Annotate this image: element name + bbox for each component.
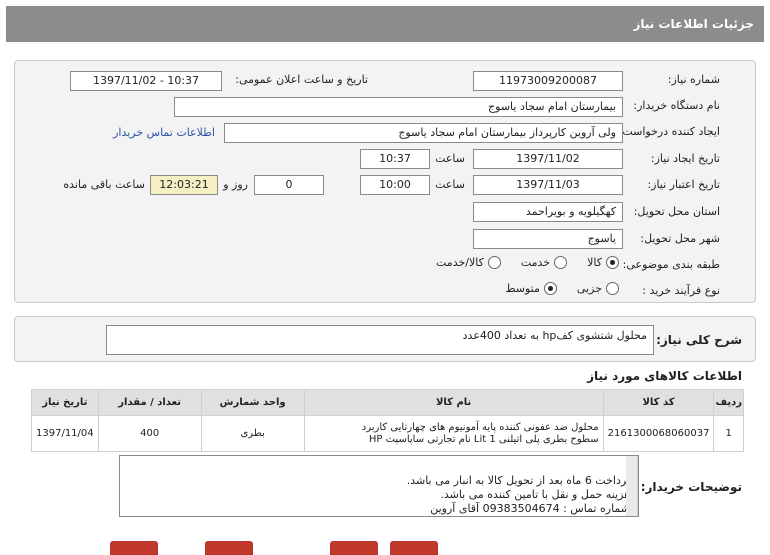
header-index: ردیف: [713, 389, 744, 416]
notes-label: توضیحات خریدار:: [640, 480, 742, 494]
process-option-label-0: جزیی: [576, 282, 602, 295]
contact-info-link[interactable]: اطلاعات تماس خریدار: [113, 126, 215, 139]
cell-date: 1397/11/04: [31, 415, 99, 452]
need-number-label: شماره نیاز:: [667, 73, 720, 86]
city-label: شهر محل تحویل:: [640, 232, 720, 245]
cell-index: 1: [713, 415, 744, 452]
cell-name: محلول ضد عفونی کننده پایه آمونیوم های چه…: [303, 415, 604, 452]
process-option-0[interactable]: جزیی: [577, 282, 619, 295]
cell-name-line1: محلول ضد عفونی کننده پایه آمونیوم های چه…: [361, 421, 599, 433]
province-label: استان محل تحویل:: [633, 205, 720, 218]
remaining-time-field[interactable]: 12:03:21: [150, 175, 218, 195]
validity-time-label: ساعت: [435, 178, 465, 191]
buyer-field[interactable]: بیمارستان امام سجاد یاسوج: [174, 97, 623, 117]
summary-field[interactable]: محلول شتشوی کفhp به تعداد 400عدد: [106, 325, 654, 355]
bottom-button-3[interactable]: [330, 541, 378, 555]
category-radio-2[interactable]: [487, 256, 501, 269]
cell-code: 2161300068060037: [602, 415, 715, 452]
category-label: طبقه بندی موضوعی:: [622, 258, 720, 271]
process-option-1[interactable]: متوسط: [505, 282, 557, 295]
category-option-label-1: خدمت: [520, 256, 551, 269]
header-date: تاریخ نیاز: [31, 389, 99, 416]
need-number-field[interactable]: 1197300920008‎7: [473, 71, 623, 91]
created-date-field[interactable]: 1397/11/02: [473, 149, 623, 169]
items-section-title: اطلاعات کالاهای مورد نیاز: [587, 369, 742, 383]
category-option-0[interactable]: کالا: [587, 256, 619, 269]
category-option-label-2: کالا/خدمت: [436, 256, 484, 269]
created-time-field[interactable]: 10:37: [360, 149, 430, 169]
bottom-button-4[interactable]: [390, 541, 438, 555]
process-option-label-1: متوسط: [505, 282, 540, 295]
days-label: روز و: [223, 178, 248, 191]
buyer-notes-textarea[interactable]: پرداخت 6 ماه بعد از تحویل کالا به انبار …: [119, 455, 639, 517]
validity-time-field[interactable]: 10:00: [360, 175, 430, 195]
header-qty: تعداد / مقدار: [97, 389, 202, 416]
created-date-label: تاریخ ایجاد نیاز:: [650, 152, 720, 165]
cell-name-line2: سطوح بطری پلی اتیلنی 1 Lit نام تجارتی سا…: [368, 433, 599, 445]
buyer-label: نام دستگاه خریدار:: [633, 99, 720, 112]
cell-qty: 400: [97, 415, 202, 452]
header-name: نام کالا: [303, 389, 604, 416]
notes-scrollbar[interactable]: [626, 456, 638, 516]
category-option-1[interactable]: خدمت: [520, 256, 568, 269]
bottom-button-1[interactable]: [110, 541, 158, 555]
items-table: ردیف کد کالا نام کالا واحد شمارش تعداد /…: [31, 389, 744, 452]
notes-line-1: پرداخت 6 ماه بعد از تحویل کالا به انبار …: [406, 474, 630, 487]
bottom-button-2[interactable]: [205, 541, 253, 555]
process-label: نوع فرآیند خرید :: [642, 284, 720, 297]
process-radio-0[interactable]: [606, 282, 619, 295]
creator-label: ایجاد کننده درخواست:: [618, 125, 720, 138]
validity-date-label: تاریخ اعتبار نیاز:: [647, 178, 720, 191]
notes-line-3: شماره تماس : 09383504674 آقای آروین: [430, 502, 630, 515]
created-time-label: ساعت: [435, 152, 465, 165]
category-option-2[interactable]: کالا/خدمت: [436, 256, 501, 269]
category-option-label-0: کالا: [587, 256, 602, 269]
days-remaining-field[interactable]: 0: [254, 175, 324, 195]
items-header-row: ردیف کد کالا نام کالا واحد شمارش تعداد /…: [31, 389, 744, 416]
page-title: جزئیات اطلاعات نیاز: [6, 6, 764, 42]
notes-line-2: هزینه حمل و نقل با تامین کننده می باشد.: [440, 488, 630, 501]
announce-field[interactable]: 1397/11/02 - 10:37: [70, 71, 222, 91]
city-field[interactable]: یاسوج: [473, 229, 623, 249]
header-unit: واحد شمارش: [200, 389, 305, 416]
category-radio-1[interactable]: [554, 256, 568, 269]
category-radio-group: کالا خدمت کالا/خدمت: [422, 256, 619, 269]
process-radio-1[interactable]: [543, 282, 557, 295]
cell-unit: بطری: [200, 415, 305, 452]
table-row[interactable]: 1 2161300068060037 محلول ضد عفونی کننده …: [31, 415, 744, 452]
announce-label: تاریخ و ساعت اعلان عمومی:: [235, 73, 368, 86]
process-radio-group: جزیی متوسط: [491, 282, 619, 295]
summary-label: شرح کلی نیاز:: [656, 333, 742, 347]
creator-field[interactable]: ولی آروین کارپرداز بیمارستان امام سجاد ی…: [224, 123, 623, 143]
validity-date-field[interactable]: 1397/11/03: [473, 175, 623, 195]
province-field[interactable]: کهگیلویه و بویراحمد: [473, 202, 623, 222]
remaining-label: ساعت باقی مانده: [63, 178, 145, 191]
header-code: کد کالا: [602, 389, 715, 416]
category-radio-0[interactable]: [606, 256, 619, 269]
